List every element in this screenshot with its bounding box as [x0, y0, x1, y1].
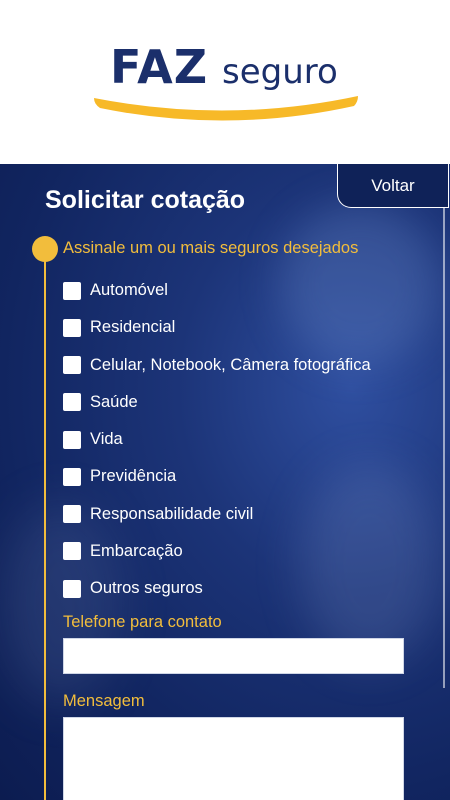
- checkbox-label: Saúde: [90, 392, 138, 411]
- checkbox-row-embarcacao[interactable]: Embarcação: [63, 533, 443, 570]
- checkbox-row-saude[interactable]: Saúde: [63, 384, 443, 421]
- checkbox-row-previdencia[interactable]: Previdência: [63, 458, 443, 495]
- page-title: Solicitar cotação: [45, 186, 246, 214]
- checkbox-label: Embarcação: [90, 541, 183, 560]
- checkbox-label: Vida: [90, 430, 123, 449]
- checkbox-label: Outros seguros: [90, 579, 203, 598]
- checkbox-row-outros[interactable]: Outros seguros: [63, 570, 443, 607]
- message-textarea[interactable]: [63, 717, 404, 800]
- insurance-checkbox-list: Automóvel Residencial Celular, Notebook,…: [63, 272, 443, 607]
- checkbox-label: Previdência: [90, 467, 177, 486]
- checkbox[interactable]: [63, 505, 81, 524]
- checkbox-label: Automóvel: [90, 281, 168, 300]
- checkbox[interactable]: [63, 542, 81, 561]
- checkbox-row-vida[interactable]: Vida: [63, 421, 443, 458]
- quote-form-panel: Solicitar cotação Voltar Assinale um ou …: [0, 164, 450, 800]
- checkbox[interactable]: [63, 430, 81, 449]
- checkbox-row-responsabilidade[interactable]: Responsabilidade civil: [63, 496, 443, 533]
- scrollbar[interactable]: [443, 208, 445, 688]
- checkbox[interactable]: [63, 579, 81, 598]
- timeline-dot: [32, 236, 58, 262]
- faz-seguro-logo: FAZ seguro: [92, 38, 362, 128]
- checkbox-row-celular[interactable]: Celular, Notebook, Câmera fotográfica: [63, 347, 443, 384]
- phone-input[interactable]: [63, 638, 404, 674]
- checkbox[interactable]: [63, 281, 81, 300]
- message-label: Mensagem: [63, 692, 145, 710]
- logo-swoosh: [94, 96, 358, 121]
- back-button[interactable]: Voltar: [337, 164, 449, 208]
- checkbox[interactable]: [63, 393, 81, 412]
- insurance-section-label: Assinale um ou mais seguros desejados: [63, 239, 359, 257]
- timeline-line: [44, 252, 46, 800]
- checkbox-label: Responsabilidade civil: [90, 504, 254, 523]
- checkbox[interactable]: [63, 467, 81, 486]
- checkbox[interactable]: [63, 318, 81, 337]
- checkbox-label: Celular, Notebook, Câmera fotográfica: [90, 355, 371, 374]
- checkbox-row-automovel[interactable]: Automóvel: [63, 272, 443, 309]
- phone-label: Telefone para contato: [63, 613, 222, 631]
- checkbox-label: Residencial: [90, 318, 176, 337]
- header: FAZ seguro: [0, 0, 450, 164]
- checkbox-row-residencial[interactable]: Residencial: [63, 309, 443, 346]
- checkbox[interactable]: [63, 356, 81, 375]
